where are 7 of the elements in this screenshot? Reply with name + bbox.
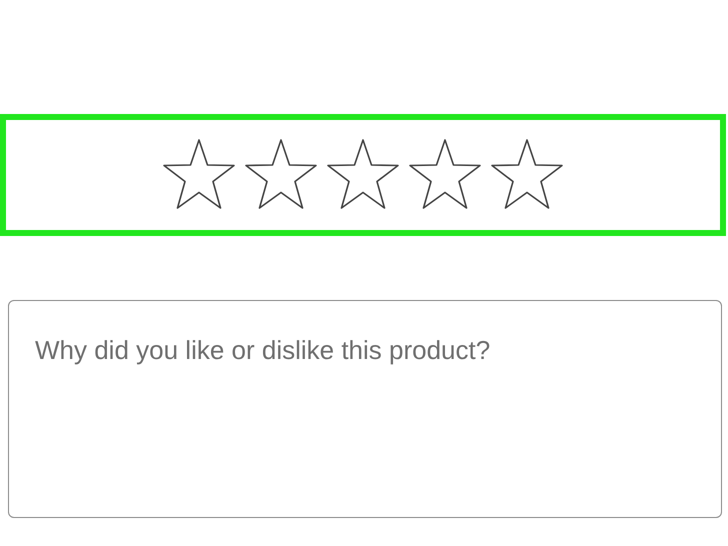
star-icon[interactable]	[407, 138, 483, 212]
star-icon[interactable]	[325, 138, 401, 212]
star-rating[interactable]	[161, 138, 565, 212]
star-icon[interactable]	[243, 138, 319, 212]
star-icon[interactable]	[161, 138, 237, 212]
star-icon[interactable]	[489, 138, 565, 212]
review-field[interactable]: Why did you like or dislike this product?	[8, 300, 722, 518]
